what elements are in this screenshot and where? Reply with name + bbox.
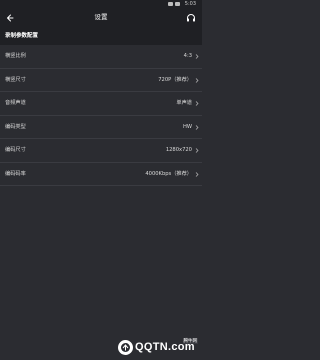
section-header: 录制参数配置	[0, 27, 202, 45]
setting-row-resolution[interactable]: 横竖尺寸 720P（推荐）	[0, 69, 202, 92]
setting-row-bitrate[interactable]: 编码码率 4000Kbps（推荐）	[0, 163, 202, 186]
chevron-right-icon	[195, 171, 199, 177]
status-bar: 5:03	[0, 0, 202, 8]
setting-row-audio-channel[interactable]: 音频声道 单声道	[0, 92, 202, 116]
top-toolbar: 设置	[0, 8, 202, 27]
setting-value: 4:3	[183, 53, 192, 59]
setting-value: 4000Kbps（推荐）	[145, 170, 192, 177]
chevron-right-icon	[195, 54, 199, 59]
page-title: 设置	[94, 13, 108, 21]
status-time: 5:03	[184, 1, 196, 7]
setting-label: 编码码率	[5, 170, 26, 177]
signal-icon	[168, 2, 173, 6]
watermark: QQTN.com 腾牛网	[118, 336, 200, 358]
setting-label: 编码尺寸	[5, 147, 26, 153]
setting-row-encode-size[interactable]: 编码尺寸 1280x720	[0, 139, 202, 163]
setting-row-aspect-ratio[interactable]: 横竖比例 4:3	[0, 45, 202, 69]
watermark-logo-icon	[118, 339, 133, 355]
headset-icon	[187, 13, 195, 21]
back-button[interactable]	[2, 9, 18, 26]
section-title: 录制参数配置	[5, 33, 39, 39]
chevron-right-icon	[195, 77, 199, 83]
chevron-right-icon	[195, 124, 199, 130]
headset-button[interactable]	[184, 10, 198, 25]
setting-row-encoder-type[interactable]: 编码类型 HW	[0, 116, 202, 139]
back-arrow-icon	[7, 14, 14, 21]
setting-value: 单声道	[176, 100, 192, 106]
setting-label: 编码类型	[5, 123, 26, 130]
settings-list: 横竖比例 4:3 横竖尺寸 720P（推荐） 音频声道 单声道 编码类型 HW …	[0, 45, 202, 186]
setting-value: 720P（推荐）	[158, 76, 192, 83]
battery-icon	[175, 2, 180, 6]
setting-label: 横竖比例	[5, 53, 26, 59]
chevron-right-icon	[195, 101, 199, 106]
setting-label: 音频声道	[5, 100, 26, 106]
setting-value: 1280x720	[165, 147, 192, 153]
setting-value: HW	[182, 123, 192, 130]
status-icons	[168, 2, 180, 6]
chevron-right-icon	[195, 148, 199, 153]
watermark-badge: 腾牛网	[182, 338, 198, 344]
setting-label: 横竖尺寸	[5, 76, 26, 83]
